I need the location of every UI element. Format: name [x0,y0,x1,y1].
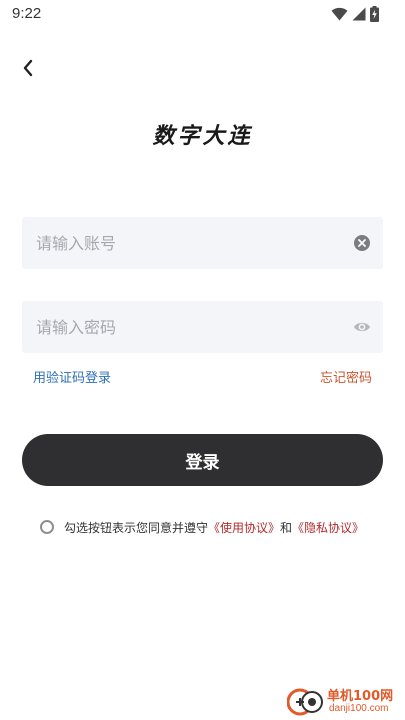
account-input[interactable] [36,217,336,269]
wifi-icon [331,7,348,21]
account-field [22,217,383,269]
terms-link[interactable]: 《使用协议》 [208,519,280,536]
agreement-row: 勾选按钮表示您同意并遵守 《使用协议》 和 《隐私协议》 [40,518,364,536]
agreement-text: 勾选按钮表示您同意并遵守 [64,520,209,535]
status-time: 9:22 [12,5,42,22]
chevron-left-icon [23,59,33,77]
sms-login-link[interactable]: 用验证码登录 [33,367,111,386]
password-field [22,301,383,353]
watermark: 单机100网 danji100.com [287,684,399,718]
watermark-url: danji100.com [329,703,389,714]
back-button[interactable] [14,54,42,82]
login-button[interactable]: 登录 [22,434,383,486]
forgot-password-link[interactable]: 忘记密码 [320,367,372,386]
agree-radio[interactable] [40,520,54,534]
clear-circle-icon[interactable] [353,234,371,252]
eye-icon[interactable] [353,318,371,336]
password-input[interactable] [36,301,336,353]
battery-charging-icon [370,6,379,22]
signal-icon [352,7,366,21]
privacy-link[interactable]: 《隐私协议》 [292,519,364,536]
app-title-logo: 数字大连 [152,123,253,149]
agreement-conjunction: 和 [280,520,293,535]
status-bar: 9:22 [0,0,405,28]
watermark-logo-icon [287,688,323,716]
status-icons [331,6,379,22]
watermark-text: 单机100网 [327,689,394,704]
